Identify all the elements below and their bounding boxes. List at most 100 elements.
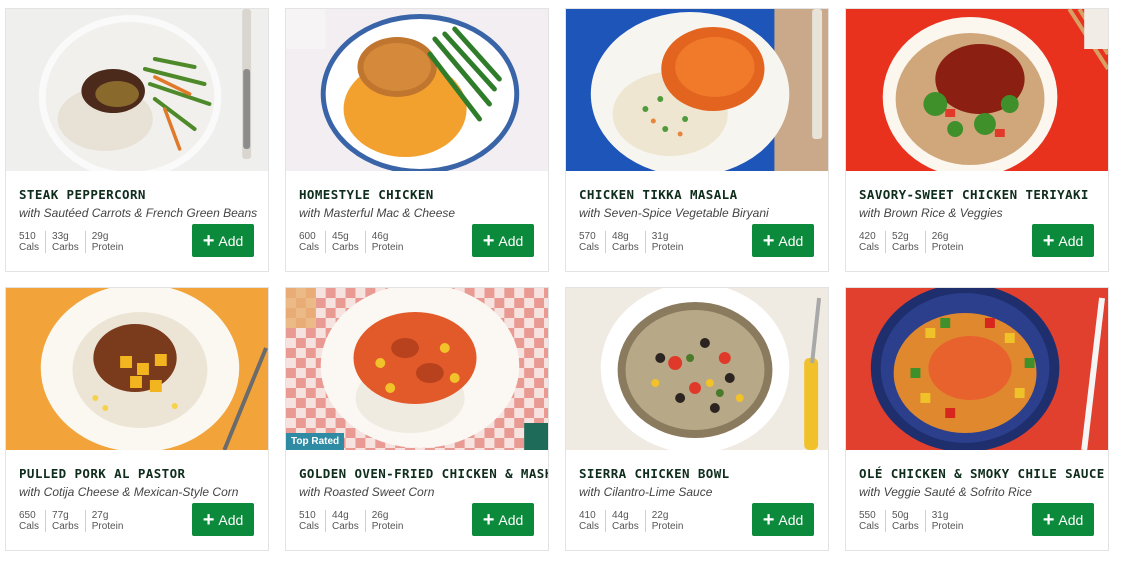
meal-subtitle: with Cotija Cheese & Mexican-Style Corn bbox=[19, 485, 239, 499]
nutrition-info: 510 Cals 33g Carbs 29g Protein bbox=[19, 231, 129, 253]
meal-card[interactable]: Top Rated GOLDEN OVEN-FRIED CHICKEN & MA… bbox=[285, 287, 549, 551]
cals-label: Cals bbox=[579, 521, 600, 532]
carbs-value: 44g bbox=[332, 510, 349, 521]
nutrition-info: 410 Cals 44g Carbs 22g Protein bbox=[579, 510, 689, 532]
meal-photo[interactable] bbox=[846, 288, 1108, 450]
nutrition-info: 650 Cals 77g Carbs 27g Protein bbox=[19, 510, 129, 532]
meal-photo[interactable] bbox=[6, 288, 268, 450]
meal-title[interactable]: STEAK PEPPERCORN bbox=[19, 187, 255, 202]
meal-photo[interactable] bbox=[6, 9, 268, 171]
carbs-label: Carbs bbox=[52, 242, 79, 253]
meal-photo[interactable] bbox=[286, 9, 548, 171]
carbs-label: Carbs bbox=[892, 242, 919, 253]
protein-value: 26g bbox=[931, 231, 949, 242]
meal-title[interactable]: SAVORY-SWEET CHICKEN TERIYAKI bbox=[859, 187, 1095, 202]
protein-value: 29g bbox=[91, 231, 109, 242]
cals-label: Cals bbox=[579, 242, 600, 253]
meal-card[interactable]: SAVORY-SWEET CHICKEN TERIYAKI with Brown… bbox=[845, 8, 1109, 272]
cals-label: Cals bbox=[19, 521, 40, 532]
add-button[interactable]: + Add bbox=[192, 224, 254, 257]
meal-photo[interactable]: Top Rated bbox=[286, 288, 548, 450]
add-button[interactable]: + Add bbox=[472, 503, 534, 536]
carbs-label: Carbs bbox=[892, 521, 919, 532]
plus-icon: + bbox=[482, 229, 495, 252]
protein-label: Protein bbox=[91, 521, 124, 532]
add-button[interactable]: + Add bbox=[1032, 503, 1094, 536]
protein-value: 22g bbox=[651, 510, 669, 521]
protein-label: Protein bbox=[371, 521, 404, 532]
meal-subtitle: with Sautéed Carrots & French Green Bean… bbox=[19, 206, 258, 220]
add-label: Add bbox=[778, 511, 804, 528]
add-label: Add bbox=[778, 232, 804, 249]
meal-grid: STEAK PEPPERCORN with Sautéed Carrots & … bbox=[0, 0, 1121, 563]
protein-label: Protein bbox=[651, 521, 684, 532]
carbs-label: Carbs bbox=[332, 521, 359, 532]
add-button[interactable]: + Add bbox=[752, 224, 814, 257]
meal-title[interactable]: GOLDEN OVEN-FRIED CHICKEN & MASH bbox=[299, 466, 548, 481]
protein-label: Protein bbox=[931, 242, 964, 253]
carbs-value: 33g bbox=[52, 231, 69, 242]
cals-label: Cals bbox=[859, 521, 880, 532]
cals-label: Cals bbox=[299, 242, 320, 253]
cals-value: 650 bbox=[19, 510, 36, 521]
meal-title[interactable]: HOMESTYLE CHICKEN bbox=[299, 187, 535, 202]
plus-icon: + bbox=[1042, 508, 1055, 531]
nutrition-info: 570 Cals 48g Carbs 31g Protein bbox=[579, 231, 689, 253]
add-button[interactable]: + Add bbox=[192, 503, 254, 536]
meal-card[interactable]: OLÉ CHICKEN & SMOKY CHILE SAUCE with Veg… bbox=[845, 287, 1109, 551]
cals-value: 510 bbox=[19, 231, 36, 242]
cals-label: Cals bbox=[19, 242, 40, 253]
meal-photo[interactable] bbox=[566, 288, 828, 450]
meal-subtitle: with Brown Rice & Veggies bbox=[859, 206, 1003, 220]
add-label: Add bbox=[218, 511, 244, 528]
add-label: Add bbox=[498, 232, 524, 249]
carbs-value: 44g bbox=[612, 510, 629, 521]
protein-label: Protein bbox=[651, 242, 684, 253]
protein-label: Protein bbox=[371, 242, 404, 253]
meal-card[interactable]: HOMESTYLE CHICKEN with Masterful Mac & C… bbox=[285, 8, 549, 272]
meal-title[interactable]: PULLED PORK AL PASTOR bbox=[19, 466, 255, 481]
meal-photo[interactable] bbox=[566, 9, 828, 171]
plus-icon: + bbox=[202, 229, 215, 252]
protein-value: 46g bbox=[371, 231, 389, 242]
add-button[interactable]: + Add bbox=[1032, 224, 1094, 257]
plus-icon: + bbox=[762, 508, 775, 531]
meal-subtitle: with Cilantro-Lime Sauce bbox=[579, 485, 713, 499]
meal-card[interactable]: STEAK PEPPERCORN with Sautéed Carrots & … bbox=[5, 8, 269, 272]
meal-subtitle: with Veggie Sauté & Sofrito Rice bbox=[859, 485, 1032, 499]
protein-label: Protein bbox=[91, 242, 124, 253]
add-label: Add bbox=[218, 232, 244, 249]
protein-value: 26g bbox=[371, 510, 389, 521]
protein-value: 31g bbox=[931, 510, 949, 521]
meal-subtitle: with Seven-Spice Vegetable Biryani bbox=[579, 206, 769, 220]
cals-value: 410 bbox=[579, 510, 596, 521]
cals-value: 550 bbox=[859, 510, 876, 521]
plus-icon: + bbox=[1042, 229, 1055, 252]
carbs-value: 77g bbox=[52, 510, 69, 521]
meal-title[interactable]: OLÉ CHICKEN & SMOKY CHILE SAUCE bbox=[859, 466, 1104, 481]
meal-card[interactable]: SIERRA CHICKEN BOWL with Cilantro-Lime S… bbox=[565, 287, 829, 551]
protein-label: Protein bbox=[931, 521, 964, 532]
meal-card[interactable]: PULLED PORK AL PASTOR with Cotija Cheese… bbox=[5, 287, 269, 551]
add-label: Add bbox=[1058, 511, 1084, 528]
add-button[interactable]: + Add bbox=[472, 224, 534, 257]
carbs-label: Carbs bbox=[52, 521, 79, 532]
add-button[interactable]: + Add bbox=[752, 503, 814, 536]
meal-title[interactable]: SIERRA CHICKEN BOWL bbox=[579, 466, 815, 481]
nutrition-info: 420 Cals 52g Carbs 26g Protein bbox=[859, 231, 969, 253]
meal-title[interactable]: CHICKEN TIKKA MASALA bbox=[579, 187, 815, 202]
cals-label: Cals bbox=[299, 521, 320, 532]
carbs-value: 45g bbox=[332, 231, 349, 242]
plus-icon: + bbox=[482, 508, 495, 531]
meal-photo[interactable] bbox=[846, 9, 1108, 171]
carbs-label: Carbs bbox=[612, 242, 639, 253]
meal-card[interactable]: CHICKEN TIKKA MASALA with Seven-Spice Ve… bbox=[565, 8, 829, 272]
carbs-value: 50g bbox=[892, 510, 909, 521]
nutrition-info: 550 Cals 50g Carbs 31g Protein bbox=[859, 510, 969, 532]
plus-icon: + bbox=[762, 229, 775, 252]
meal-subtitle: with Masterful Mac & Cheese bbox=[299, 206, 456, 220]
nutrition-info: 510 Cals 44g Carbs 26g Protein bbox=[299, 510, 409, 532]
protein-value: 31g bbox=[651, 231, 669, 242]
plus-icon: + bbox=[202, 508, 215, 531]
cals-value: 600 bbox=[299, 231, 316, 242]
